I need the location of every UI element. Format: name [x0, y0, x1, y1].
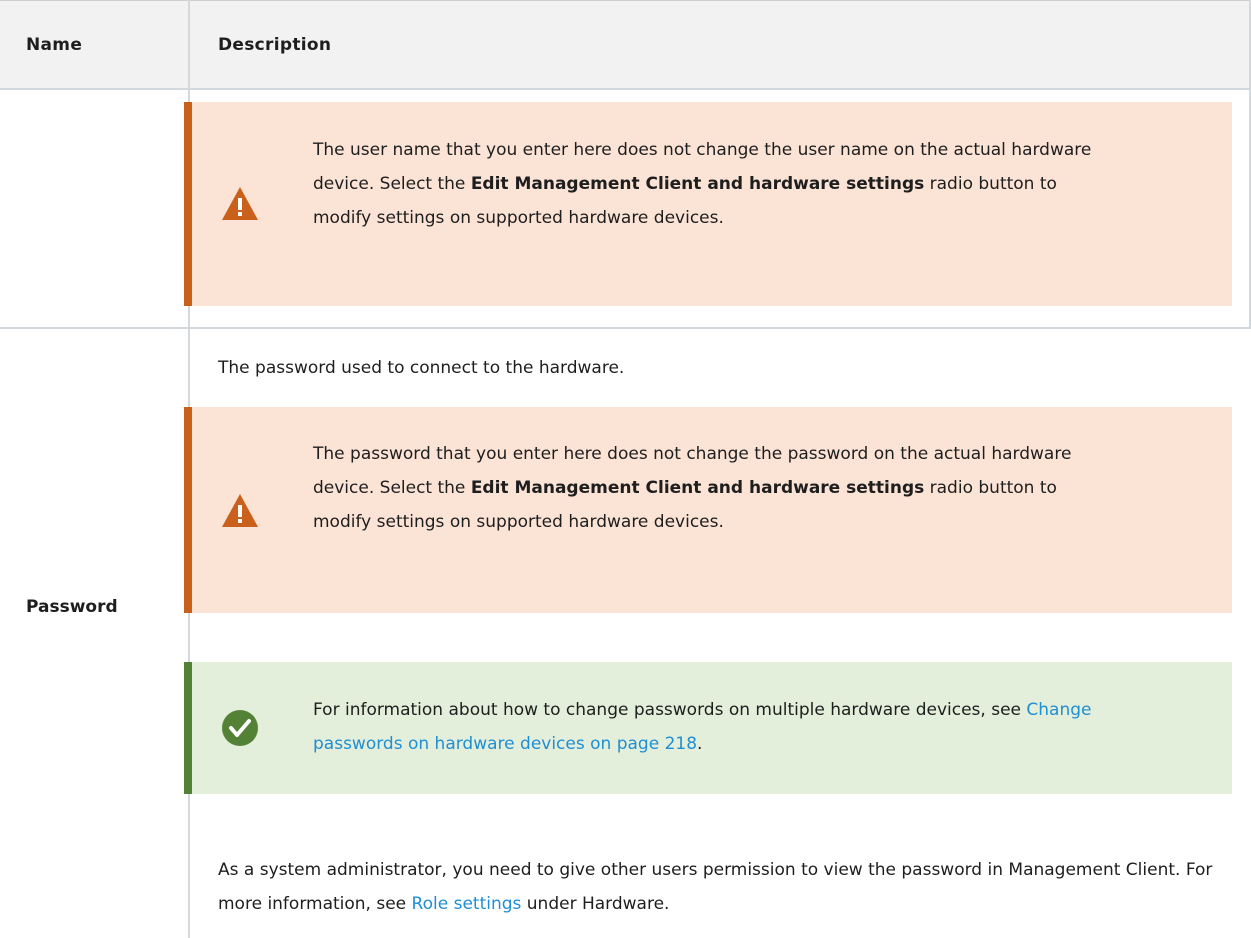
- column-header-description: Description: [218, 35, 332, 55]
- warning-triangle-icon: [221, 185, 259, 223]
- warning-callout: The user name that you enter here does n…: [184, 102, 1232, 306]
- checkmark-circle-icon: [221, 709, 259, 747]
- warning-text: The user name that you enter here does n…: [313, 140, 1092, 228]
- role-settings-link[interactable]: Role settings: [412, 894, 522, 914]
- password-description: The password used to connect to the hard…: [218, 358, 625, 378]
- column-header-name: Name: [26, 35, 83, 55]
- warning-text: The password that you enter here does no…: [313, 444, 1072, 532]
- role-permission-note: As a system administrator, you need to g…: [218, 860, 1213, 914]
- settings-table: Name Description The user name that you …: [0, 0, 1251, 938]
- warning-callout: The password that you enter here does no…: [184, 407, 1232, 613]
- tip-text: For information about how to change pass…: [313, 700, 1092, 754]
- warning-triangle-icon: [221, 492, 259, 530]
- tip-callout: For information about how to change pass…: [184, 662, 1232, 794]
- bold-setting-name: Edit Management Client and hardware sett…: [470, 174, 925, 194]
- row-divider: [0, 327, 1251, 329]
- row-name-password: Password: [26, 597, 118, 617]
- bold-setting-name: Edit Management Client and hardware sett…: [470, 478, 925, 498]
